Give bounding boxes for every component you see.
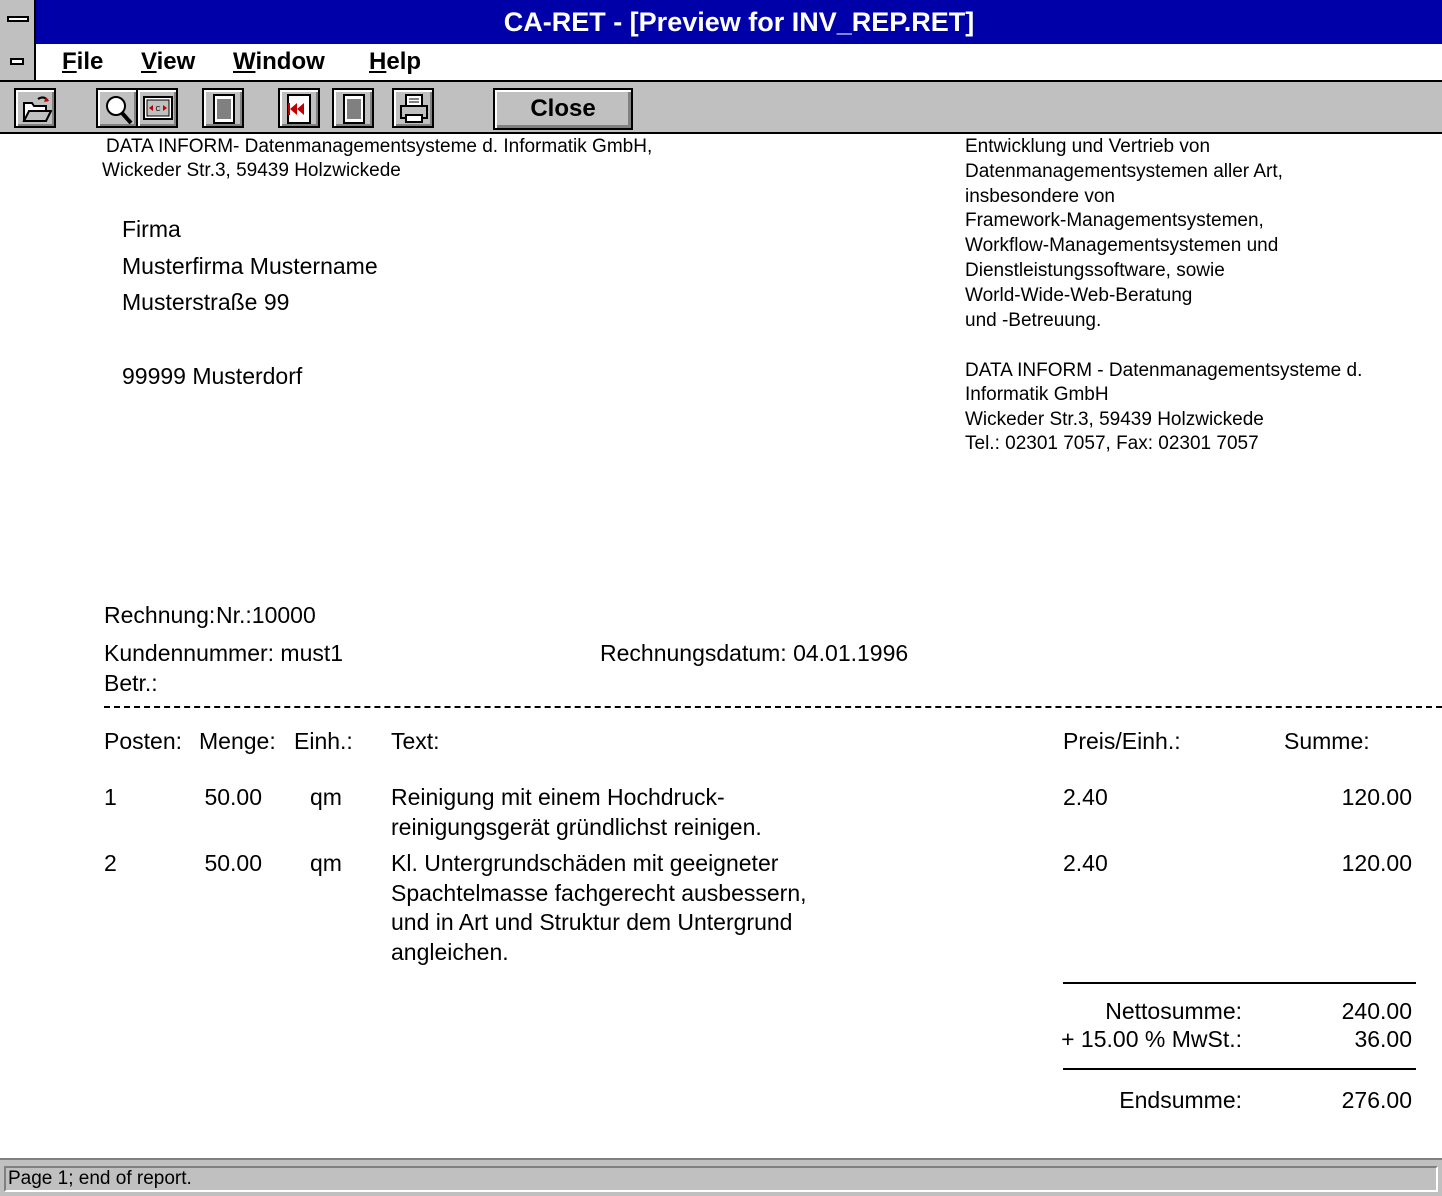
report-preview[interactable]: DATA INFORM- Datenmanagementsysteme d. I… (0, 134, 1442, 1158)
system-menu-button[interactable] (0, 0, 36, 44)
totals-rule (1063, 1068, 1416, 1070)
company-contact-line: Wickeder Str.3, 59439 Holzwickede (965, 409, 1264, 430)
grand-total-label: Endsumme: (1119, 1087, 1242, 1113)
invoice-number: Nr.:10000 (216, 602, 316, 628)
next-page-icon (343, 94, 365, 124)
status-bar: Page 1; end of report. (0, 1158, 1442, 1196)
company-desc-line: Entwicklung und Vertrieb von (965, 136, 1211, 157)
column-header-posten: Posten: (104, 728, 182, 754)
printer-icon (400, 94, 428, 123)
close-button[interactable]: Close (493, 88, 633, 130)
menu-bar: File View Window Help (0, 44, 1442, 82)
net-total-label: Nettosumme: (1105, 998, 1242, 1024)
open-button[interactable] (14, 88, 56, 128)
item-text-line: Spachtelmasse fachgerecht ausbessern, (391, 880, 807, 906)
item-menge: 50.00 (204, 850, 262, 876)
next-page-button[interactable] (332, 88, 374, 128)
item-pos: 1 (104, 784, 117, 810)
invoice-label: Rechnung: (104, 602, 216, 628)
title-bar: CA-RET - [Preview for INV_REP.RET] (0, 0, 1442, 44)
company-desc-line: Framework-Managementsystemen, (965, 210, 1264, 231)
item-text-line: angleichen. (391, 939, 509, 965)
item-preis: 2.40 (1063, 850, 1108, 876)
company-contact-line: Informatik GmbH (965, 384, 1109, 405)
company-desc-line: World-Wide-Web-Beratung (965, 285, 1193, 306)
system-menu-icon (7, 16, 29, 22)
open-icon (22, 96, 52, 122)
sender-address: Wickeder Str.3, 59439 Holzwickede (102, 160, 401, 181)
recipient-line: Firma (122, 216, 181, 242)
subject-label: Betr.: (104, 670, 158, 696)
status-text: Page 1; end of report. (4, 1166, 1438, 1192)
invoice-date: Rechnungsdatum: 04.01.1996 (600, 640, 909, 666)
toolbar: C Close (0, 82, 1442, 134)
menu-view[interactable]: View (141, 44, 195, 80)
document-system-menu-button[interactable] (0, 44, 36, 80)
column-header-summe: Summe: (1284, 728, 1370, 754)
recipient-line: Musterstraße 99 (122, 289, 290, 315)
item-text-line: und in Art und Struktur dem Untergrund (391, 909, 793, 935)
menu-window[interactable]: Window (233, 44, 325, 80)
item-einh: qm (310, 784, 342, 810)
vat-value: 36.00 (1354, 1026, 1412, 1052)
recipient-line: Musterfirma Mustername (122, 253, 378, 279)
item-text-line: Reinigung mit einem Hochdruck- (391, 784, 725, 810)
zoom-button[interactable] (96, 88, 138, 128)
company-contact-line: DATA INFORM - Datenmanagementsysteme d. (965, 360, 1363, 381)
page-icon (213, 94, 235, 124)
company-contact-line: Tel.: 02301 7057, Fax: 02301 7057 (965, 433, 1259, 454)
company-desc-line: Workflow-Managementsystemen und (965, 235, 1279, 256)
item-summe: 120.00 (1341, 784, 1412, 810)
item-summe: 120.00 (1341, 850, 1412, 876)
item-menge: 50.00 (204, 784, 262, 810)
totals-rule (1063, 982, 1416, 984)
grand-total-value: 276.00 (1341, 1087, 1412, 1113)
window-title: CA-RET - [Preview for INV_REP.RET] (503, 7, 975, 37)
company-desc-line: und -Betreuung. (965, 310, 1102, 331)
dashed-separator (104, 706, 1442, 708)
document-menu-icon (10, 58, 24, 65)
menu-help[interactable]: Help (369, 44, 421, 80)
item-pos: 2 (104, 850, 117, 876)
company-desc-line: Dienstleistungssoftware, sowie (965, 260, 1225, 281)
vat-label: + 15.00 % MwSt.: (1061, 1026, 1242, 1052)
column-header-menge: Menge: (199, 728, 276, 754)
menu-file[interactable]: File (62, 44, 103, 80)
column-header-einh: Einh.: (294, 728, 353, 754)
item-preis: 2.40 (1063, 784, 1108, 810)
item-einh: qm (310, 850, 342, 876)
item-text-line: reinigungsgerät gründlichst reinigen. (391, 814, 762, 840)
page-button[interactable] (202, 88, 244, 128)
column-header-preis: Preis/Einh.: (1063, 728, 1181, 754)
first-page-button[interactable] (278, 88, 320, 128)
column-header-text: Text: (391, 728, 440, 754)
company-desc-line: insbesondere von (965, 186, 1115, 207)
first-page-icon (287, 94, 311, 124)
recipient-line: 99999 Musterdorf (122, 363, 303, 389)
svg-text:C: C (155, 106, 160, 113)
fit-page-icon: C (143, 96, 173, 120)
zoom-icon (106, 96, 133, 125)
sender-line: DATA INFORM- Datenmanagementsysteme d. I… (106, 136, 653, 157)
fit-page-button[interactable]: C (136, 88, 178, 128)
customer-number: Kundennummer: must1 (104, 640, 344, 666)
net-total-value: 240.00 (1341, 998, 1412, 1024)
print-button[interactable] (392, 88, 434, 128)
item-text-line: Kl. Untergrundschäden mit geeigneter (391, 850, 779, 876)
company-desc-line: Datenmanagementsystemen aller Art, (965, 161, 1283, 182)
